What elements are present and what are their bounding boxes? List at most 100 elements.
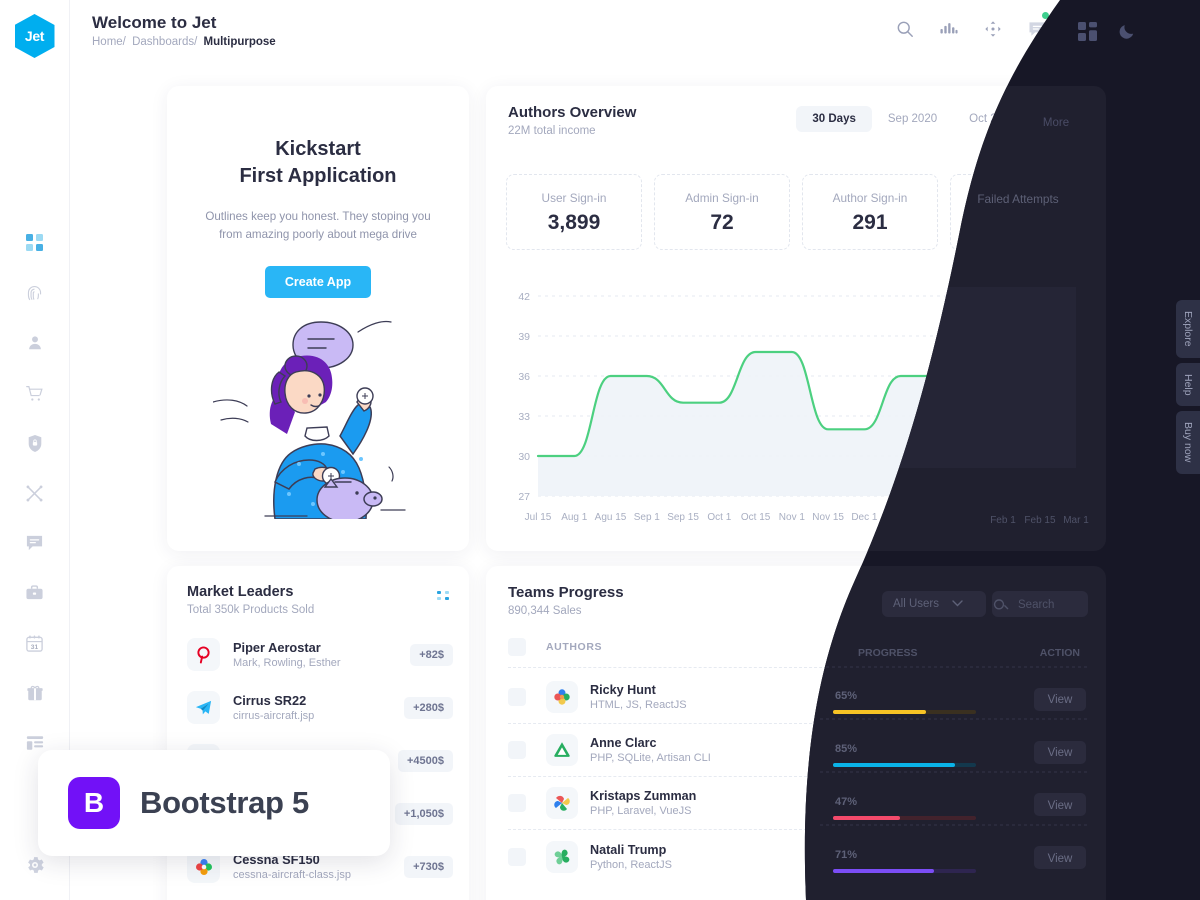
breadcrumb-home[interactable]: Home/ [92,36,126,48]
tab-explore[interactable]: Explore [1176,300,1200,358]
svg-text:Oct 15: Oct 15 [741,512,771,523]
svg-text:Nov 1: Nov 1 [779,512,806,523]
view-button[interactable]: View [1035,684,1088,710]
bootstrap5-badge[interactable]: B Bootstrap 5 [38,750,390,856]
list-item-badge: +82$ [410,643,453,666]
authors-overview-card: Authors Overview 22M total income 30 Day… [486,86,1106,551]
list-item-name: Piper Aerostar [233,640,321,655]
list-item[interactable]: Piper Aerostar Mark, Rowling, Esther +82… [187,628,453,681]
svg-text:27: 27 [518,491,530,503]
top-bar-actions [894,12,1190,45]
row-texts: Natali Trump Python, ReactJS [590,843,837,871]
row-tech: HTML, JS, ReactJS [590,699,687,711]
svg-text:Mar 1: Mar 1 [1069,512,1095,523]
row-checkbox[interactable] [508,847,526,866]
row-texts: Ricky Hunt HTML, JS, ReactJS [590,683,837,711]
list-item-desc: cirrus-aircraft.jsp [233,710,315,722]
row-name: Natali Trump [590,842,667,857]
tab-oct-2020[interactable]: Oct 2020 [953,106,1032,132]
stat-user-signin: User Sign-in 3,899 [506,174,642,250]
row-name: Anne Clarc [590,736,657,750]
sidebar-item-grid[interactable] [20,228,50,258]
app-logo[interactable]: Jet [14,14,55,58]
drag-dots-icon[interactable] [982,18,1004,40]
authors-stats: User Sign-in 3,899 Admin Sign-in 72 Auth… [506,174,1086,250]
search-icon[interactable] [894,18,916,40]
svg-text:30: 30 [518,451,530,463]
view-button[interactable]: View [1035,790,1088,816]
sidebar-item-scissors[interactable] [20,478,50,508]
list-item-texts: Piper Aerostar Mark, Rowling, Esther [233,640,410,669]
row-checkbox[interactable] [508,688,526,706]
tab-buy-now[interactable]: Buy now [1176,411,1200,474]
sidebar-item-calendar[interactable]: 31 [20,628,50,658]
bootstrap-badge-label: Bootstrap 5 [140,785,309,820]
sidebar-item-user[interactable] [20,328,50,358]
apps-grid-icon[interactable] [1070,18,1092,40]
row-checkbox[interactable] [508,794,526,812]
create-app-button[interactable]: Create App [264,265,372,298]
sidebar-item-chat[interactable] [20,528,50,558]
svg-text:Sep 1: Sep 1 [634,512,661,523]
view-button[interactable]: View [1035,843,1088,870]
select-all-checkbox[interactable] [508,638,526,656]
avatar[interactable] [1158,13,1190,45]
tab-30-days[interactable]: 30 Days [796,106,872,132]
row-name: Ricky Hunt [590,683,656,697]
search-input[interactable]: Search [992,588,1088,617]
sidebar-item-cart[interactable] [20,378,50,408]
svg-text:31: 31 [31,644,39,651]
search-placeholder: Search [1021,596,1058,609]
dashboard-root: Jet 31 Welcome to Jet Home/ Dashboards/ … [0,0,1200,900]
row-progress: 71% [836,845,1036,868]
row-action: View [1035,684,1088,710]
svg-text:33: 33 [518,411,530,423]
tab-help[interactable]: Help [1176,362,1200,407]
page-title: Welcome to Jet [92,13,217,32]
search-icon [1002,595,1014,610]
row-percent: 65% [836,685,859,698]
tab-sep-2020[interactable]: Sep 2020 [872,106,953,132]
row-texts: Anne Clarc PHP, SQLite, Artisan CLI [590,736,837,764]
table-row[interactable]: Kristaps Zumman PHP, Laravel, VueJS 47% … [508,777,1088,830]
authors-area-chart: 27 30 33 36 39 42 Jul 15 Aug 1 Agu 15 Sep 1 Sep 15… [498,282,1096,532]
message-icon[interactable] [1026,12,1049,40]
sidebar-item-briefcase[interactable] [20,578,50,608]
teams-progress-controls: All Users Search [878,588,1088,617]
teams-progress-rows: Ricky Hunt HTML, JS, ReactJS 65% View An… [508,671,1088,883]
authors-overview-title: Authors Overview [508,104,637,121]
column-header-action: ACTION [1044,641,1088,653]
progress-bar [836,810,980,815]
top-bar: Welcome to Jet Home/ Dashboards/ Multipu… [70,0,1200,66]
stat-admin-signin: Admin Sign-in 72 [654,174,790,250]
sidebar-item-gift[interactable] [20,678,50,708]
svg-text:Dec 15: Dec 15 [885,512,917,523]
row-progress: 47% [836,792,1036,815]
svg-text:Oct 1: Oct 1 [707,512,731,523]
sidebar-nav: 31 [20,228,50,758]
bar-chart-icon[interactable] [938,18,960,40]
table-row[interactable]: Ricky Hunt HTML, JS, ReactJS 65% View [508,671,1088,724]
user-filter-select[interactable]: All Users [878,589,982,616]
breadcrumb-dashboards[interactable]: Dashboards/ [132,36,197,48]
kickstart-card: Kickstart First Application Outlines kee… [167,86,469,551]
row-name: Kristaps Zumman [590,789,697,803]
stat-label: User Sign-in [541,191,607,205]
kickstart-description: Outlines keep you honest. They stoping y… [205,209,431,241]
list-item[interactable]: Cirrus SR22 cirrus-aircraft.jsp +280$ [187,681,453,734]
table-row[interactable]: Natali Trump Python, ReactJS 71% View [508,830,1088,883]
progress-bar-fill [836,864,939,868]
teams-progress-subtitle: 890,344 Sales [508,605,582,617]
row-checkbox[interactable] [508,741,526,759]
tab-more[interactable]: More [1032,106,1090,132]
view-button[interactable]: View [1035,737,1088,763]
sidebar-item-shield-lock[interactable] [20,428,50,458]
grid-dots-icon[interactable] [437,590,451,608]
sidebar-item-fingerprint[interactable] [20,278,50,308]
pinwheel-icon [546,787,578,819]
svg-text:36: 36 [518,371,530,383]
kickstart-title-line1: Kickstart [275,138,361,160]
table-row[interactable]: Anne Clarc PHP, SQLite, Artisan CLI 85% … [508,724,1088,777]
moon-icon[interactable] [1114,18,1136,40]
list-item-desc: cessna-aircraft-class.jsp [233,869,351,881]
